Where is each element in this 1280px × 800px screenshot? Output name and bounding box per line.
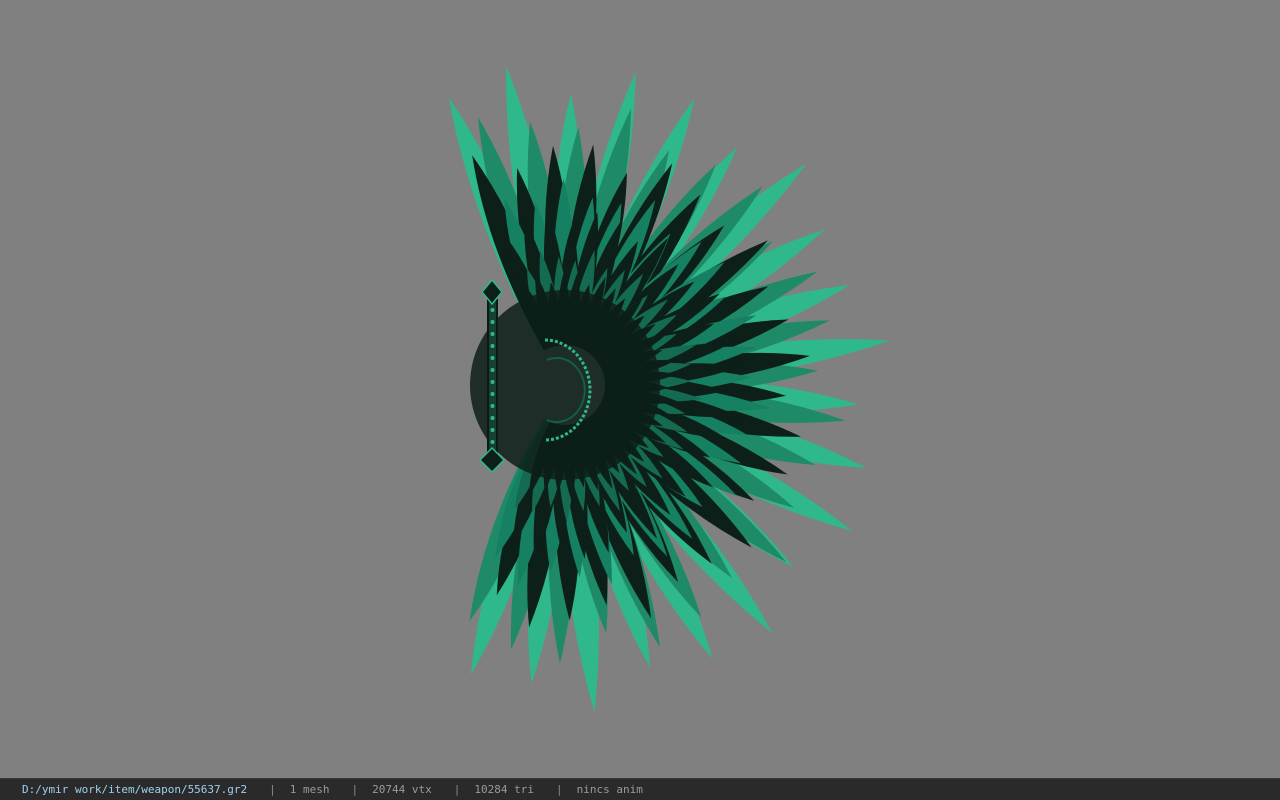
vertex-count: 20744 vtx [372,783,432,796]
status-separator: | [351,783,359,796]
handle-bead [490,332,495,336]
status-separator: | [556,783,563,796]
file-path: D:/ymir work/item/weapon/55637.gr2 [22,783,248,796]
fan-weapon-model[interactable] [0,0,1280,778]
handle-bead [490,320,495,324]
handle-bead [490,356,495,360]
status-bar: D:/ymir work/item/weapon/55637.gr2 | 1 m… [0,778,1280,800]
3d-viewport[interactable] [0,0,1280,778]
handle-bead [490,380,495,384]
handle-bead [490,368,495,372]
mesh-count: 1 mesh [289,783,330,796]
handle-bead [490,440,495,444]
handle-bead [490,428,495,432]
status-separator: | [269,783,276,796]
hub-shadow [470,290,660,480]
handle-bead [490,308,495,312]
handle-bead [490,404,495,408]
triangle-count: 10284 tri [474,783,535,796]
animation-status: nincs anim [576,783,643,796]
handle-bead [490,416,495,420]
handle-bead [490,344,495,348]
status-separator: | [453,783,461,796]
handle-top-ornament [481,278,503,306]
handle-bead [490,392,495,396]
